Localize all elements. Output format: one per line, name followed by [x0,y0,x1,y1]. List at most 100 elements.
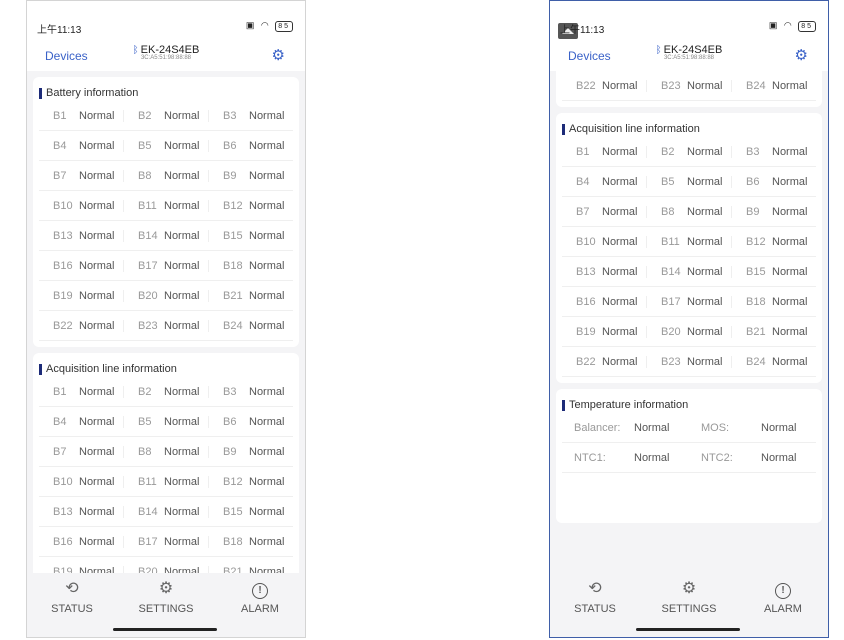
cell-status: Normal [249,415,285,428]
cell-status-item: B8 Normal [123,169,208,182]
status-time: 上午11:13 [560,25,605,36]
cell-status-item: B15 Normal [208,505,293,518]
cell-status-item: B7 Normal [39,446,123,458]
acquisition-info-card: Acquisition line information B1 Normal B2 N… [33,353,299,573]
cell-id: B11 [661,235,680,248]
tab-settings[interactable]: ⚙ SETTINGS [644,579,734,615]
cell-status-item: B21 Normal [208,289,293,302]
bluetooth-icon: ᛒ [132,45,139,56]
tab-status[interactable]: ⟲ STATUS [27,579,117,615]
bluetooth-icon: ᛒ [655,45,662,56]
temp-value: Normal [634,421,670,434]
cell-status-item: B4 Normal [39,140,123,152]
tab-label: SETTINGS [138,603,194,615]
cell-status: Normal [164,169,200,182]
tab-label: SETTINGS [661,603,717,615]
cell-status-item: B13 Normal [562,266,646,278]
cell-status: Normal [249,505,285,518]
cell-status: Normal [79,445,115,458]
settings-gear-icon[interactable]: ⚙ [795,46,808,64]
cell-id: B23 [138,319,158,332]
content-scroll[interactable]: Battery information B1NormalB2NormalB3No… [550,71,828,573]
cell-row: B4 Normal B5 Normal B6 Normal [562,167,816,197]
cell-status-item: B21 Normal [731,325,816,338]
cell-row: B19 Normal B20 Normal B21 Normal [39,557,293,573]
cell-status-item: B1 Normal [562,146,646,158]
temp-label: NTC1: [574,451,606,464]
cell-id: B23 [661,79,681,92]
cell-row: B19 Normal B20 Normal B21 Normal [562,317,816,347]
cell-row: B22 Normal B23 Normal B24 Normal [39,311,293,341]
section-title: Temperature information [562,395,816,413]
tab-settings[interactable]: ⚙ SETTINGS [121,579,211,615]
cell-status-item: B4 Normal [562,176,646,188]
cell-id: B17 [661,295,681,308]
cell-row: B4 Normal B5 Normal B6 Normal [39,131,293,161]
cell-status: Normal [79,139,115,152]
cell-status: Normal [79,475,115,488]
cell-id: B12 [223,475,243,488]
cell-row: B16 Normal B17 Normal B18 Normal [562,287,816,317]
cell-id: B17 [138,259,158,272]
tab-label: STATUS [51,603,93,615]
cell-status-item: B23 Normal [646,355,731,368]
phone-screen-right: 上午11:13 ▣ ◠ 85 Devices ᛒ EK-24S4EB 3C:A5:… [549,0,829,638]
cell-id: B20 [138,565,158,574]
cell-status-item: B16 Normal [39,260,123,272]
cell-status-item: B3 Normal [731,145,816,158]
cell-status: Normal [687,235,723,248]
cell-status: Normal [772,235,808,248]
cell-status-item: B11 Normal [123,199,208,212]
bottom-tab-bar: ⟲ STATUS ⚙ SETTINGS ! ALARM [27,573,305,637]
cell-status-item: B24 Normal [208,319,293,332]
cell-id: B4 [576,175,590,188]
section-title: Acquisition line information [39,359,293,377]
content-scroll[interactable]: Battery information B1NormalB2NormalB3No… [27,71,305,573]
cell-status-item: B20 Normal [123,565,208,574]
cell-status: Normal [79,319,115,332]
tab-alarm[interactable]: ! ALARM [215,579,305,615]
cell-status-item: B4 Normal [39,416,123,428]
cell-status-item: B1 Normal [39,386,123,398]
cell-status: Normal [249,199,285,212]
cell-status: Normal [164,385,200,398]
cell-status: Normal [602,205,638,218]
tab-label: ALARM [241,603,279,615]
cell-id: B3 [746,145,760,158]
cell-status-item: B23 Normal [123,319,208,332]
temp-label: NTC2: [701,451,733,464]
cell-status: Normal [79,169,115,182]
cell-status-item: B15 Normal [731,265,816,278]
cell-status-item: B21 Normal [208,565,293,574]
cell-id: B13 [576,265,596,278]
tab-label: STATUS [574,603,616,615]
gear-icon: ⚙ [681,580,697,597]
cell-status: Normal [772,295,808,308]
cell-row: B1 Normal B2 Normal B3 Normal [39,101,293,131]
tab-status[interactable]: ⟲ STATUS [550,579,640,615]
cell-status: Normal [602,175,638,188]
top-nav: Devices ᛒ EK-24S4EB 3C:A5:51:98:88:88 ⚙ [550,41,828,71]
cell-status: Normal [249,565,285,574]
cell-status: Normal [687,355,723,368]
cell-status-item: B13 Normal [39,506,123,518]
cell-status-item: B5 Normal [123,139,208,152]
cell-status: Normal [164,475,200,488]
home-indicator [636,628,740,631]
cell-status: Normal [772,145,808,158]
tab-alarm[interactable]: ! ALARM [738,579,828,615]
cell-id: B10 [53,199,73,212]
home-indicator [113,628,217,631]
cell-id: B1 [53,109,67,122]
cell-status-item: B17 Normal [123,259,208,272]
settings-gear-icon[interactable]: ⚙ [272,46,285,64]
cell-status-item: B8 Normal [123,445,208,458]
cell-status: Normal [602,355,638,368]
cell-status: Normal [79,109,115,122]
cell-id: B21 [746,325,766,338]
cell-status-item: B1 Normal [39,110,123,122]
cell-status-item: B10 Normal [39,476,123,488]
cell-row: B16 Normal B17 Normal B18 Normal [39,527,293,557]
alert-icon: ! [215,579,305,599]
cell-row: B7 Normal B8 Normal B9 Normal [39,161,293,191]
